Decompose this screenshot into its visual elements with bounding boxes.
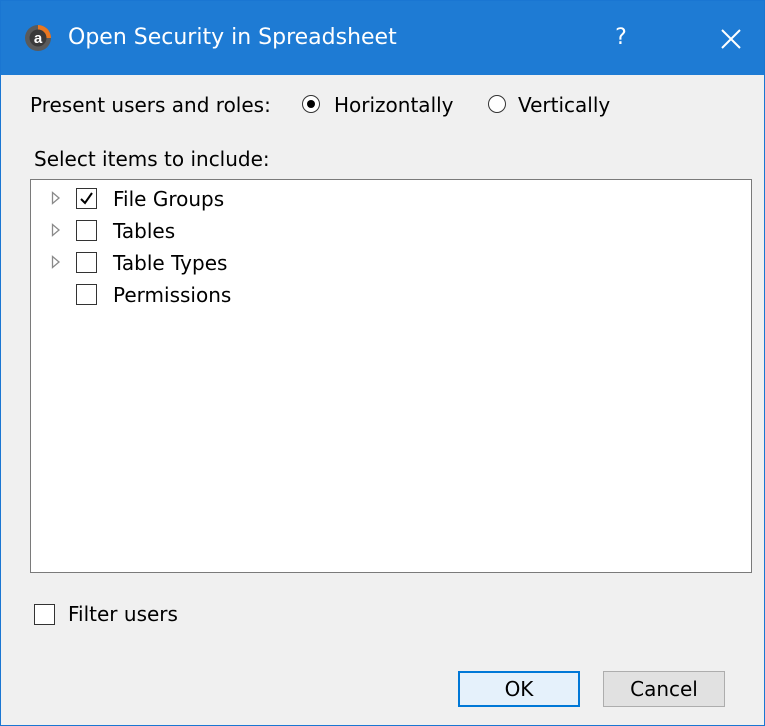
radio-selected-dot [307,100,315,108]
tree-item-permissions[interactable]: Permissions [31,279,731,311]
filter-users-checkbox[interactable] [34,604,55,625]
tree-checkbox[interactable] [76,188,97,209]
close-button[interactable] [701,13,761,63]
tree-checkbox[interactable] [76,284,97,305]
items-tree[interactable]: File Groups Tables Table Types Permissio… [30,179,752,573]
presentation-label: Present users and roles: [30,93,271,117]
tree-item-table-types[interactable]: Table Types [31,247,731,279]
title-bar[interactable]: a Open Security in Spreadsheet ? [1,1,764,75]
tree-item-label[interactable]: Tables [113,215,175,247]
tree-item-label[interactable]: File Groups [113,183,224,215]
tree-item-file-groups[interactable]: File Groups [31,183,731,215]
expand-arrow-icon[interactable] [51,223,61,237]
items-label: Select items to include: [34,147,270,171]
radio-horizontally[interactable] [302,95,320,113]
svg-text:a: a [34,30,43,47]
help-button[interactable]: ? [591,13,651,63]
tree-item-tables[interactable]: Tables [31,215,731,247]
tree-checkbox[interactable] [76,252,97,273]
expand-arrow-icon[interactable] [51,255,61,269]
app-logo-icon: a [25,25,51,51]
radio-horizontally-label[interactable]: Horizontally [334,91,454,119]
close-icon [721,29,741,49]
radio-vertically-label[interactable]: Vertically [518,91,610,119]
radio-vertically[interactable] [488,95,506,113]
tree-item-label[interactable]: Table Types [113,247,227,279]
dialog-title: Open Security in Spreadsheet [68,25,397,50]
tree-checkbox[interactable] [76,220,97,241]
cancel-button[interactable]: Cancel [603,671,725,707]
expand-arrow-icon[interactable] [51,191,61,205]
tree-item-label[interactable]: Permissions [113,279,231,311]
open-security-dialog: a Open Security in Spreadsheet ? Present… [0,0,765,726]
ok-button[interactable]: OK [458,671,580,707]
checkmark-icon [80,192,93,205]
filter-users-label[interactable]: Filter users [68,600,178,628]
